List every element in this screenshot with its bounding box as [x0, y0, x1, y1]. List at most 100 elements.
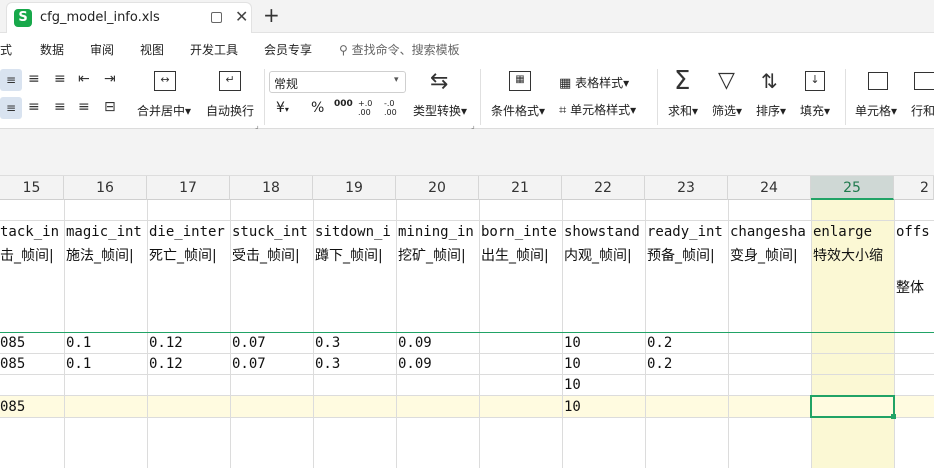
sum-icon[interactable]: Σ	[674, 66, 690, 96]
cell-value[interactable]: 0.07	[232, 356, 266, 372]
rows-cols-button[interactable]: 行和	[911, 102, 934, 119]
cell-header-cn[interactable]: 特效大小缩	[813, 245, 894, 265]
cell-value[interactable]: 0.2	[647, 335, 672, 351]
cell-value[interactable]: 0.2	[647, 356, 672, 372]
spreadsheet-grid[interactable]: tack_in magic_int die_inter stuck_int si…	[0, 200, 934, 468]
cell-value[interactable]: 10	[564, 335, 581, 351]
fill-icon[interactable]: ↓	[805, 71, 825, 91]
close-tab-icon[interactable]: ✕	[235, 7, 248, 26]
cell-header-en[interactable]: changesha	[730, 224, 811, 240]
cell-header-en[interactable]: offs	[896, 224, 934, 240]
filter-icon[interactable]: ▽	[718, 68, 735, 93]
menu-item-developer[interactable]: 开发工具	[190, 41, 238, 58]
cell-header-en[interactable]: die_inter	[149, 224, 230, 240]
column-header-23[interactable]: 23	[645, 176, 728, 200]
menu-item-review[interactable]: 审阅	[90, 41, 114, 58]
cell-header-cn[interactable]: 受击_帧间|	[232, 245, 313, 265]
percent-button[interactable]: %	[311, 100, 324, 116]
number-format-select[interactable]: 常规 ▾	[269, 71, 406, 93]
merge-center-icon[interactable]: ↔	[154, 71, 176, 91]
cell-header-en[interactable]: ready_int	[647, 224, 728, 240]
conditional-format-button[interactable]: 条件格式▾	[491, 102, 545, 119]
cell-value[interactable]: 0.09	[398, 335, 432, 351]
cell-value[interactable]: 0.12	[149, 335, 183, 351]
cell-header-cn[interactable]: 死亡_帧间|	[149, 245, 230, 265]
column-header-15[interactable]: 15	[0, 176, 64, 200]
table-style-button[interactable]: ▦ 表格样式▾	[559, 74, 629, 91]
cell-header-en[interactable]: showstand	[564, 224, 645, 240]
cell-value[interactable]: 0.09	[398, 356, 432, 372]
command-search[interactable]: ⚲ 查找命令、搜索模板	[339, 41, 460, 58]
cell-header-cn[interactable]: 预备_帧间|	[647, 245, 728, 265]
conditional-format-icon[interactable]: ▦	[509, 71, 531, 91]
cell-header-cn[interactable]: 施法_帧间|	[66, 245, 147, 265]
column-header-20[interactable]: 20	[396, 176, 479, 200]
align-bottom-icon[interactable]: ≡	[54, 71, 66, 87]
align-top-icon[interactable]: ≡	[0, 69, 22, 91]
cell-header-cn[interactable]: 挖矿_帧间|	[398, 245, 479, 265]
align-center-icon[interactable]: ≡	[28, 99, 40, 115]
column-header-25-selected[interactable]: 25	[811, 176, 894, 200]
cell-header-cn-2[interactable]: 整体	[896, 277, 934, 297]
indent-decrease-icon[interactable]: ⇤	[78, 71, 90, 87]
rows-cols-icon[interactable]	[914, 72, 934, 90]
column-header-16[interactable]: 16	[64, 176, 147, 200]
cell-header-cn[interactable]: 蹲下_帧间|	[315, 245, 396, 265]
menu-item-member[interactable]: 会员专享	[264, 41, 312, 58]
active-cell-cursor[interactable]	[810, 395, 895, 418]
wrap-text-button[interactable]: 自动换行	[206, 102, 254, 119]
cell-header-en[interactable]: sitdown_i	[315, 224, 396, 240]
align-middle-icon[interactable]: ≡	[28, 71, 40, 87]
cell-header-cn[interactable]: 击_帧间|	[0, 245, 64, 265]
sort-button[interactable]: 排序▾	[756, 102, 786, 119]
filter-button[interactable]: 筛选▾	[712, 102, 742, 119]
cell-value[interactable]: 085	[0, 399, 64, 415]
column-header-26[interactable]: 2	[894, 176, 934, 200]
column-header-18[interactable]: 18	[230, 176, 313, 200]
cell-header-en[interactable]: mining_in	[398, 224, 479, 240]
new-tab-button[interactable]: +	[263, 3, 280, 27]
align-left-icon[interactable]: ≡	[0, 97, 22, 119]
cell-value[interactable]: 0.3	[315, 356, 340, 372]
cell-header-en[interactable]: stuck_int	[232, 224, 313, 240]
cell-header-en[interactable]: enlarge	[813, 224, 894, 240]
cell-value[interactable]: 085	[0, 356, 64, 372]
menu-item-start[interactable]: 式	[0, 41, 12, 58]
fill-button[interactable]: 填充▾	[800, 102, 830, 119]
sum-button[interactable]: 求和▾	[668, 102, 698, 119]
type-convert-icon[interactable]: ⇆	[430, 69, 448, 94]
type-convert-button[interactable]: 类型转换▾	[413, 102, 467, 119]
cell-header-en[interactable]: born_inte	[481, 224, 562, 240]
cell-header-cn[interactable]: 变身_帧间|	[730, 245, 811, 265]
column-header-21[interactable]: 21	[479, 176, 562, 200]
column-header-17[interactable]: 17	[147, 176, 230, 200]
cell-header-en[interactable]: tack_in	[0, 224, 64, 240]
sort-icon[interactable]: ⇅	[761, 69, 778, 93]
decrease-decimal-button[interactable]: -.0 .00	[384, 99, 402, 117]
align-right-icon[interactable]: ≡	[54, 99, 66, 115]
fill-handle[interactable]	[891, 414, 896, 419]
cell-value[interactable]: 0.07	[232, 335, 266, 351]
cell-value[interactable]: 10	[564, 377, 581, 393]
cell-style-button[interactable]: ⌗ 单元格样式▾	[559, 101, 636, 118]
cell-value[interactable]: 0.1	[66, 356, 91, 372]
wrap-text-icon[interactable]: ↵	[219, 71, 241, 91]
increase-decimal-button[interactable]: +.0 .00	[358, 99, 376, 117]
cells-icon[interactable]	[868, 72, 888, 90]
currency-format-button[interactable]: ¥▾	[276, 100, 289, 116]
column-header-24[interactable]: 24	[728, 176, 811, 200]
cell-header-en[interactable]: magic_int	[66, 224, 147, 240]
document-tab[interactable]: S cfg_model_info.xls ✕	[6, 2, 252, 33]
menu-item-data[interactable]: 数据	[40, 41, 64, 58]
column-header-19[interactable]: 19	[313, 176, 396, 200]
distribute-icon[interactable]: ⊟	[104, 99, 116, 115]
thousands-button[interactable]: 000	[334, 99, 353, 109]
column-header-22[interactable]: 22	[562, 176, 645, 200]
cell-value[interactable]: 10	[564, 399, 581, 415]
restore-window-icon[interactable]	[211, 12, 222, 23]
cell-value[interactable]: 10	[564, 356, 581, 372]
cell-header-cn[interactable]: 内观_帧间|	[564, 245, 645, 265]
justify-icon[interactable]: ≡	[78, 99, 90, 115]
cell-value[interactable]: 0.12	[149, 356, 183, 372]
indent-increase-icon[interactable]: ⇥	[104, 71, 116, 87]
